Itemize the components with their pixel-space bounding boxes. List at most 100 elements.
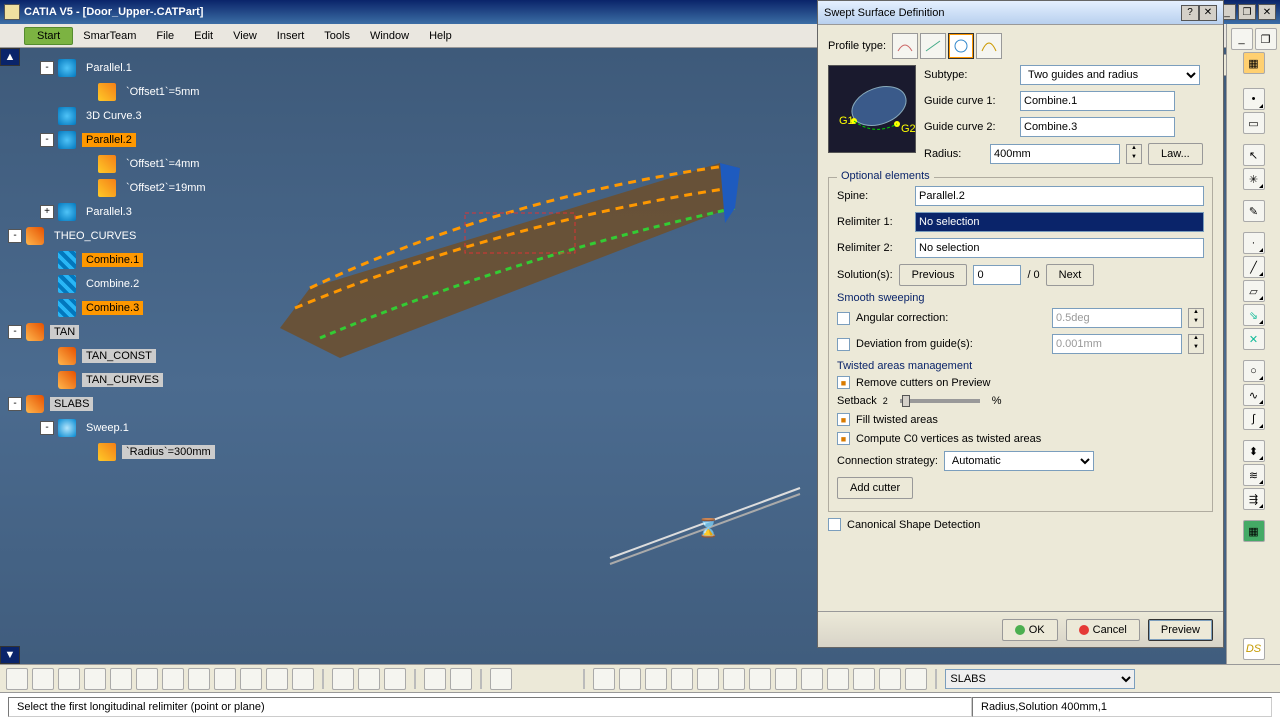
compute-c0-checkbox[interactable] [837, 432, 850, 445]
intersect-tool-icon[interactable]: ✕ [1243, 328, 1265, 350]
bt-b-icon[interactable] [801, 668, 823, 690]
menu-file[interactable]: File [146, 28, 184, 44]
menu-insert[interactable]: Insert [267, 28, 315, 44]
relimiter2-input[interactable] [915, 238, 1204, 258]
deviation-checkbox[interactable] [837, 338, 850, 351]
expander-icon[interactable]: - [8, 397, 22, 411]
expander-icon[interactable]: - [40, 421, 54, 435]
grid-tool-icon[interactable]: ▦ [1243, 520, 1265, 542]
sketch-tool-icon[interactable]: ✎ [1243, 200, 1265, 222]
guide1-input[interactable] [1020, 91, 1175, 111]
guide2-input[interactable] [1020, 117, 1175, 137]
subtype-select[interactable]: Two guides and radius [1020, 65, 1200, 85]
connection-select[interactable]: Automatic [944, 451, 1094, 471]
iso-view-icon[interactable] [214, 668, 236, 690]
radius-spinner[interactable]: ▲▼ [1126, 144, 1142, 164]
select-tool-icon[interactable]: ▭ [1243, 112, 1265, 134]
tree-node[interactable]: -Sweep.1 [8, 416, 215, 440]
specification-tree[interactable]: -Parallel.1`Offset1`=5mm3D Curve.3-Paral… [8, 56, 215, 464]
bt-1-icon[interactable] [424, 668, 446, 690]
fill-twisted-checkbox[interactable] [837, 413, 850, 426]
relimiter1-input[interactable] [915, 212, 1204, 232]
radius-input[interactable] [990, 144, 1120, 164]
bt-a-icon[interactable] [775, 668, 797, 690]
manual-update-icon[interactable] [619, 668, 641, 690]
menu-window[interactable]: Window [360, 28, 419, 44]
menu-edit[interactable]: Edit [184, 28, 223, 44]
tree-node[interactable]: Combine.3 [8, 296, 215, 320]
add-cutter-button[interactable]: Add cutter [837, 477, 913, 499]
workbench-icon[interactable]: ▦ [1243, 52, 1265, 74]
project-tool-icon[interactable]: ⇘ [1243, 304, 1265, 326]
fit-icon[interactable] [32, 668, 54, 690]
cancel-button[interactable]: Cancel [1066, 619, 1140, 641]
deviation-input[interactable] [1052, 334, 1182, 354]
profile-conic-icon[interactable] [976, 33, 1002, 59]
preview-button[interactable]: Preview [1148, 619, 1213, 641]
menu-help[interactable]: Help [419, 28, 462, 44]
tree-node[interactable]: TAN_CURVES [8, 368, 215, 392]
solution-index-input[interactable] [973, 265, 1021, 285]
pan-icon[interactable] [58, 668, 80, 690]
zoom-out-icon[interactable] [136, 668, 158, 690]
point-tool-icon[interactable]: • [1243, 88, 1265, 110]
workongrid-icon[interactable] [723, 668, 745, 690]
hide-show-icon[interactable] [266, 668, 288, 690]
dialog-help-button[interactable]: ? [1181, 5, 1199, 21]
angular-spinner[interactable]: ▲▼ [1188, 308, 1204, 328]
previous-button[interactable]: Previous [899, 264, 968, 286]
measure2-icon[interactable] [358, 668, 380, 690]
next-button[interactable]: Next [1046, 264, 1095, 286]
tree-node[interactable]: 3D Curve.3 [8, 104, 215, 128]
pointcmd-icon[interactable]: · [1243, 232, 1265, 254]
bt-c-icon[interactable] [827, 668, 849, 690]
profile-circle-icon[interactable] [948, 33, 974, 59]
menu-view[interactable]: View [223, 28, 267, 44]
tree-node[interactable]: -THEO_CURVES [8, 224, 215, 248]
menu-tools[interactable]: Tools [314, 28, 360, 44]
spline-tool-icon[interactable]: ∿ [1243, 384, 1265, 406]
tree-node[interactable]: `Offset2`=19mm [8, 176, 215, 200]
expander-icon[interactable]: - [40, 133, 54, 147]
tree-node[interactable]: `Offset1`=4mm [8, 152, 215, 176]
win-max-icon[interactable]: ❐ [1255, 28, 1277, 50]
circle-tool-icon[interactable]: ○ [1243, 360, 1265, 382]
tree-node[interactable]: `Radius`=300mm [8, 440, 215, 464]
zoom-in-icon[interactable] [110, 668, 132, 690]
bt-f-icon[interactable] [905, 668, 927, 690]
curve-tool-icon[interactable]: ∫ [1243, 408, 1265, 430]
sweep-tool-icon[interactable]: ≋ [1243, 464, 1265, 486]
bt-e-icon[interactable] [879, 668, 901, 690]
expander-icon[interactable]: - [8, 325, 22, 339]
doc-restore-button[interactable]: ❐ [1238, 4, 1256, 20]
bt-2-icon[interactable] [450, 668, 472, 690]
tree-node[interactable]: -TAN [8, 320, 215, 344]
expander-icon[interactable]: - [8, 229, 22, 243]
spine-input[interactable] [915, 186, 1204, 206]
angular-correction-input[interactable] [1052, 308, 1182, 328]
compass-icon[interactable] [6, 668, 28, 690]
menu-start[interactable]: Start [24, 27, 73, 45]
dialog-close-button[interactable]: ✕ [1199, 5, 1217, 21]
axis-tool-icon[interactable]: ✳ [1243, 168, 1265, 190]
shading-icon[interactable] [240, 668, 262, 690]
tree-node[interactable]: Combine.2 [8, 272, 215, 296]
update-icon[interactable] [593, 668, 615, 690]
expander-icon[interactable]: + [40, 205, 54, 219]
win-min-icon[interactable]: _ [1231, 28, 1253, 50]
plane-tool-icon[interactable]: ▱ [1243, 280, 1265, 302]
tree-node[interactable]: TAN_CONST [8, 344, 215, 368]
normal-view-icon[interactable] [162, 668, 184, 690]
canonical-checkbox[interactable] [828, 518, 841, 531]
snap-icon[interactable] [749, 668, 771, 690]
menu-smarteam[interactable]: SmarTeam [73, 28, 146, 44]
tree-scroll-down[interactable]: ▼ [0, 646, 20, 664]
doc-close-button[interactable]: ✕ [1258, 4, 1276, 20]
measure-icon[interactable] [332, 668, 354, 690]
line-tool-icon[interactable]: ╱ [1243, 256, 1265, 278]
rotate-icon[interactable] [84, 668, 106, 690]
angular-correction-checkbox[interactable] [837, 312, 850, 325]
law-button[interactable]: Law... [1148, 143, 1203, 165]
offset-tool-icon[interactable]: ⇶ [1243, 488, 1265, 510]
multi-view-icon[interactable] [188, 668, 210, 690]
